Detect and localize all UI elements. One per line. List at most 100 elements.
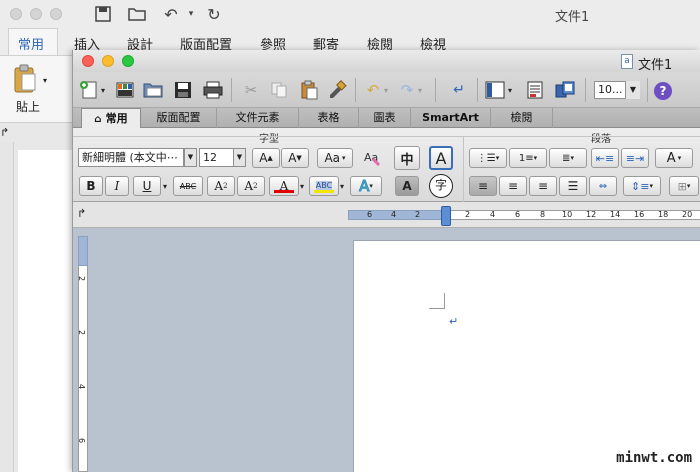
ruler-margin-top — [78, 236, 88, 266]
strikethrough-button[interactable]: ABC — [173, 176, 203, 196]
font-name-dropdown-icon[interactable]: ▼ — [184, 148, 197, 167]
shading-button[interactable]: ⊞ ▾ — [669, 176, 699, 196]
enclose-characters-button[interactable]: 字 — [429, 174, 453, 198]
highlight-dropdown-icon[interactable]: ▾ — [340, 182, 344, 191]
font-name-field[interactable]: 新細明體 (本文中⋯ — [78, 148, 184, 167]
redo-dropdown-icon[interactable]: ▾ — [418, 86, 422, 95]
align-left-button[interactable]: ≡ — [469, 176, 497, 196]
subscript-button[interactable]: A2 — [237, 176, 265, 196]
paste-label[interactable]: 貼上 — [16, 98, 40, 115]
new-dropdown-icon[interactable]: ▾ — [101, 86, 105, 95]
tab-smartart[interactable]: SmartArt — [411, 108, 491, 128]
align-center-button[interactable]: ≡ — [499, 176, 527, 196]
minimize-button[interactable] — [102, 55, 114, 67]
close-button[interactable] — [82, 55, 94, 67]
bold-button[interactable]: B — [79, 176, 103, 196]
help-button[interactable]: ? — [654, 82, 672, 100]
tab-charts[interactable]: 圖表 — [359, 108, 411, 128]
font-size-dropdown-icon[interactable]: ▼ — [233, 148, 246, 167]
tab-layout[interactable]: 版面配置 — [141, 108, 217, 128]
font-group-label: 字型 — [259, 134, 279, 145]
decrease-indent-button[interactable]: ⇤≡ — [591, 148, 619, 168]
sidebar-icon[interactable] — [483, 78, 507, 102]
horizontal-ruler[interactable]: 6 4 2 2 4 6 8 10 12 14 16 18 20 — [348, 210, 700, 220]
phonetic-guide-button[interactable]: 中 — [394, 146, 420, 170]
change-case-button[interactable]: Aa ▾ — [317, 148, 353, 168]
copy-icon[interactable] — [267, 78, 291, 102]
ruler-number: 14 — [610, 210, 621, 219]
undo-dropdown-icon[interactable]: ▾ — [384, 86, 388, 95]
font-color-dropdown-icon[interactable]: ▾ — [300, 182, 304, 191]
text-direction-button[interactable]: A ▾ — [655, 148, 693, 168]
ruler-number: 4 — [77, 383, 87, 390]
minimize-button[interactable] — [30, 8, 42, 20]
tab-tables[interactable]: 表格 — [299, 108, 359, 128]
clear-formatting-icon[interactable]: Aa — [361, 148, 385, 168]
indent-marker[interactable] — [441, 206, 451, 226]
open-folder-icon[interactable] — [126, 3, 148, 25]
subscript-marker: 2 — [253, 182, 258, 190]
line-spacing-button[interactable]: ⇕≡ ▾ — [623, 176, 661, 196]
highlight-button[interactable]: ABC — [309, 176, 339, 196]
toolbar-separator — [435, 78, 436, 102]
text-effects-button[interactable]: A ▾ — [350, 176, 382, 196]
tab-review[interactable]: 檢閱 — [491, 108, 553, 128]
numbering-button[interactable]: 1≡ ▾ — [509, 148, 547, 168]
clipboard-icon[interactable] — [12, 64, 38, 94]
paste-dropdown-icon[interactable]: ▾ — [43, 76, 47, 85]
open-icon[interactable] — [141, 78, 165, 102]
vertical-ruler[interactable] — [78, 236, 88, 472]
underline-button[interactable]: U — [133, 176, 161, 196]
back-tab-selector-icon[interactable]: ↱ — [0, 126, 9, 139]
show-paragraph-marks-icon[interactable]: ↵ — [447, 78, 471, 102]
tab-selector-icon[interactable]: ↱ — [77, 207, 91, 221]
phonetic-guide-label: 中 — [400, 152, 414, 168]
toolbar-separator — [231, 78, 232, 102]
save-icon[interactable] — [171, 78, 195, 102]
zoom-dropdown-icon[interactable]: ▼ — [625, 81, 640, 99]
redo-icon[interactable]: ↻ — [203, 3, 225, 25]
close-button[interactable] — [10, 8, 22, 20]
bullets-button[interactable]: ⋮☰ ▾ — [469, 148, 507, 168]
italic-button[interactable]: I — [105, 176, 129, 196]
zoom-button[interactable] — [50, 8, 62, 20]
arrow-down-icon: ▼ — [296, 154, 302, 162]
tab-home-label: 常用 — [105, 112, 128, 125]
increase-indent-button[interactable]: ≡⇥ — [621, 148, 649, 168]
toolbox-icon[interactable] — [523, 78, 547, 102]
new-document-icon[interactable] — [77, 78, 101, 102]
paste-icon[interactable] — [297, 78, 321, 102]
tab-home[interactable]: ⌂ 常用 — [81, 108, 141, 128]
format-painter-icon[interactable] — [325, 78, 349, 102]
align-right-button[interactable]: ≡ — [529, 176, 557, 196]
font-color-button[interactable]: A — [269, 176, 299, 196]
document-page[interactable]: ↵ — [353, 240, 700, 472]
ruler-number: 2 — [465, 210, 471, 219]
cut-icon[interactable]: ✂ — [239, 78, 263, 102]
superscript-button[interactable]: A2 — [207, 176, 235, 196]
char-shading-button[interactable]: A — [395, 176, 419, 196]
shrink-font-button[interactable]: A ▼ — [281, 148, 309, 168]
multilevel-list-button[interactable]: ≣ ▾ — [549, 148, 587, 168]
undo-icon[interactable]: ↶ — [160, 3, 182, 25]
undo-icon[interactable]: ↶ — [361, 78, 385, 102]
tab-document-elements[interactable]: 文件元素 — [217, 108, 299, 128]
horizontal-ruler-area: ↱ 6 4 2 2 4 6 8 10 12 14 16 18 20 — [73, 202, 700, 228]
underline-dropdown-icon[interactable]: ▾ — [163, 182, 167, 191]
justify-button[interactable]: ☰ — [559, 176, 587, 196]
templates-icon[interactable] — [113, 78, 137, 102]
char-border-button[interactable]: A — [429, 146, 453, 170]
sidebar-dropdown-icon[interactable]: ▾ — [508, 86, 512, 95]
save-icon[interactable] — [92, 3, 114, 25]
undo-dropdown-icon[interactable]: ▾ — [180, 3, 202, 25]
distributed-icon: ⇔ — [598, 180, 608, 192]
print-icon[interactable] — [201, 78, 225, 102]
redo-icon[interactable]: ↷ — [395, 78, 419, 102]
grow-font-button[interactable]: A ▲ — [252, 148, 280, 168]
media-browser-icon[interactable] — [553, 78, 577, 102]
ruler-number: 10 — [562, 210, 573, 219]
font-size-field[interactable]: 12 — [199, 148, 235, 167]
char-border-label: A — [435, 148, 447, 168]
zoom-button[interactable] — [122, 55, 134, 67]
distributed-button[interactable]: ⇔ — [589, 176, 617, 196]
